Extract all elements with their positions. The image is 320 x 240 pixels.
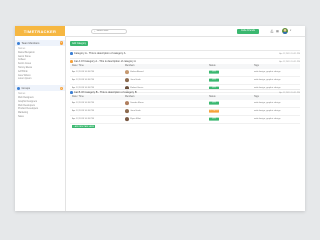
add-category-button[interactable]: Add Category <box>70 41 88 46</box>
category-dot-icon <box>70 52 73 55</box>
row-tags: web design, graphic design <box>254 71 281 73</box>
row-status[interactable]: Done <box>209 101 219 105</box>
column-header-status[interactable]: Status <box>209 65 216 67</box>
table-row[interactable]: Apr 12,2019 10:35 PM Ryan Elliot Done we… <box>70 116 300 124</box>
category-title: Category A - This is description of cate… <box>73 52 126 55</box>
groups-title: Groups <box>21 86 31 90</box>
avatar <box>125 109 129 113</box>
app-window: TIMETRACKER ⌕ Invite Friends 🔔︎ ▦ ▾ Team… <box>15 26 305 211</box>
category-title: Cat B Of Category B - This is descriptio… <box>73 91 137 94</box>
row-date: Apr 12,2019 10:35 PM <box>72 71 94 73</box>
status-badge: Done <box>209 78 219 82</box>
table-row[interactable]: Apr 12,2019 10:35 PM Jane Hook Done web … <box>70 77 300 85</box>
row-member: Sandra Elena <box>125 101 144 105</box>
category-timestamp: Apr 12,2019 10:35 PM <box>279 60 300 63</box>
column-header-tags[interactable]: Tags <box>254 65 259 67</box>
category-timestamp: Apr 12,2019 10:35 PM <box>279 52 300 55</box>
column-header-status[interactable]: Status <box>209 96 216 98</box>
row-tags: web design, graphic design <box>254 102 281 104</box>
row-member: Helen Ahmed <box>125 70 143 74</box>
status-badge: Done <box>209 70 219 74</box>
avatar <box>125 78 129 82</box>
row-member: Jane Hook <box>125 78 141 82</box>
row-tags: web design, graphic design <box>254 110 281 112</box>
member-name: Sandra Elena <box>130 101 144 104</box>
category-timestamp: Apr 12,2019 10:35 PM <box>279 91 300 94</box>
invite-friends-button[interactable]: Invite Friends <box>237 28 259 34</box>
row-date: Apr 12,2019 10:35 PM <box>72 79 94 81</box>
bell-icon[interactable]: 🔔︎ <box>270 29 274 33</box>
row-date: Apr 12,2019 10:35 PM <box>72 102 94 104</box>
calendar-icon[interactable]: ▦ <box>276 29 279 33</box>
member-name: Jane Hook <box>130 109 141 112</box>
add-group-plus-icon[interactable]: + <box>59 86 63 90</box>
column-header-members[interactable]: Members <box>125 96 135 98</box>
row-status[interactable]: Done <box>209 70 219 74</box>
search-input[interactable] <box>96 30 123 32</box>
column-header-tags[interactable]: Tags <box>254 96 259 98</box>
team-section: Team Members + Names Daniel Benjamin Aar… <box>15 40 65 81</box>
team-members-title: Team Members <box>21 41 40 45</box>
category-dot-icon <box>70 60 73 63</box>
row-status[interactable]: Done <box>209 117 219 121</box>
status-badge: Done <box>209 101 219 105</box>
member-name: Helen Ahmed <box>130 70 144 73</box>
avatar <box>125 117 129 121</box>
team-icon <box>17 41 20 45</box>
groups-icon <box>17 86 20 90</box>
sidebar-item-group[interactable]: Sales <box>15 115 65 119</box>
category-title-row[interactable]: Category A - This is description of cate… <box>70 51 300 56</box>
table-row[interactable]: Apr 12,2019 10:35 PM Sandra Elena Done w… <box>70 100 300 108</box>
avatar[interactable] <box>282 28 288 34</box>
column-header-members[interactable]: Members <box>125 65 135 67</box>
category-cat-b: Cat B Of Category B - This is descriptio… <box>70 89 300 129</box>
search-icon: ⌕ <box>94 29 96 33</box>
invite-friends-label: Invite Friends <box>241 30 255 32</box>
category-title: Cat A Of Category A - This is descriptio… <box>73 60 136 63</box>
row-member: Jane Hook <box>125 109 141 113</box>
row-date: Apr 12,2019 10:35 PM <box>72 118 94 120</box>
row-tags: web design, graphic design <box>254 79 281 81</box>
add-new-task-link[interactable]: + ADD NEW TASK HERE <box>72 124 96 129</box>
app-logo[interactable]: TIMETRACKER <box>15 26 65 36</box>
table-row[interactable]: Apr 12,2019 10:35 PM Helen Ahmed Done we… <box>70 69 300 77</box>
category-a: Category A - This is description of cate… <box>70 50 300 56</box>
category-dot-icon <box>70 91 73 94</box>
status-badge: Done <box>209 117 219 121</box>
groups-section: Groups + Names Web Designers Graphic Des… <box>15 85 65 119</box>
row-status[interactable]: Done <box>209 78 219 82</box>
sidebar-item-member[interactable]: Lorem Ipsum <box>15 77 65 81</box>
status-badge: In Progress <box>209 109 219 113</box>
add-team-member-plus-icon[interactable]: + <box>59 40 63 45</box>
groups-header[interactable]: Groups + <box>15 85 65 92</box>
member-name: Ryan Elliot <box>130 117 141 120</box>
avatar <box>125 101 129 105</box>
team-members-header[interactable]: Team Members + <box>15 40 65 46</box>
main-content: Add Category Category A - This is descri… <box>65 36 305 211</box>
chevron-down-icon[interactable]: ▾ <box>290 29 291 32</box>
row-tags: web design, graphic design <box>254 118 281 120</box>
add-category-label: Add Category <box>71 42 87 45</box>
member-name: Jane Hook <box>130 78 141 81</box>
sidebar: Team Members + Names Daniel Benjamin Aar… <box>15 36 66 211</box>
avatar <box>125 70 129 74</box>
category-cat-a: Cat A Of Category A - This is descriptio… <box>70 58 300 93</box>
search-box[interactable]: ⌕ <box>91 28 127 34</box>
row-status[interactable]: In Progress <box>209 109 219 113</box>
row-date: Apr 12,2019 10:35 PM <box>72 110 94 112</box>
row-member: Ryan Elliot <box>125 117 141 121</box>
column-header-date[interactable]: Date / Time <box>72 96 84 98</box>
column-header-date[interactable]: Date / Time <box>72 65 84 67</box>
table-row[interactable]: Apr 12,2019 10:35 PM Jane Hook In Progre… <box>70 108 300 116</box>
